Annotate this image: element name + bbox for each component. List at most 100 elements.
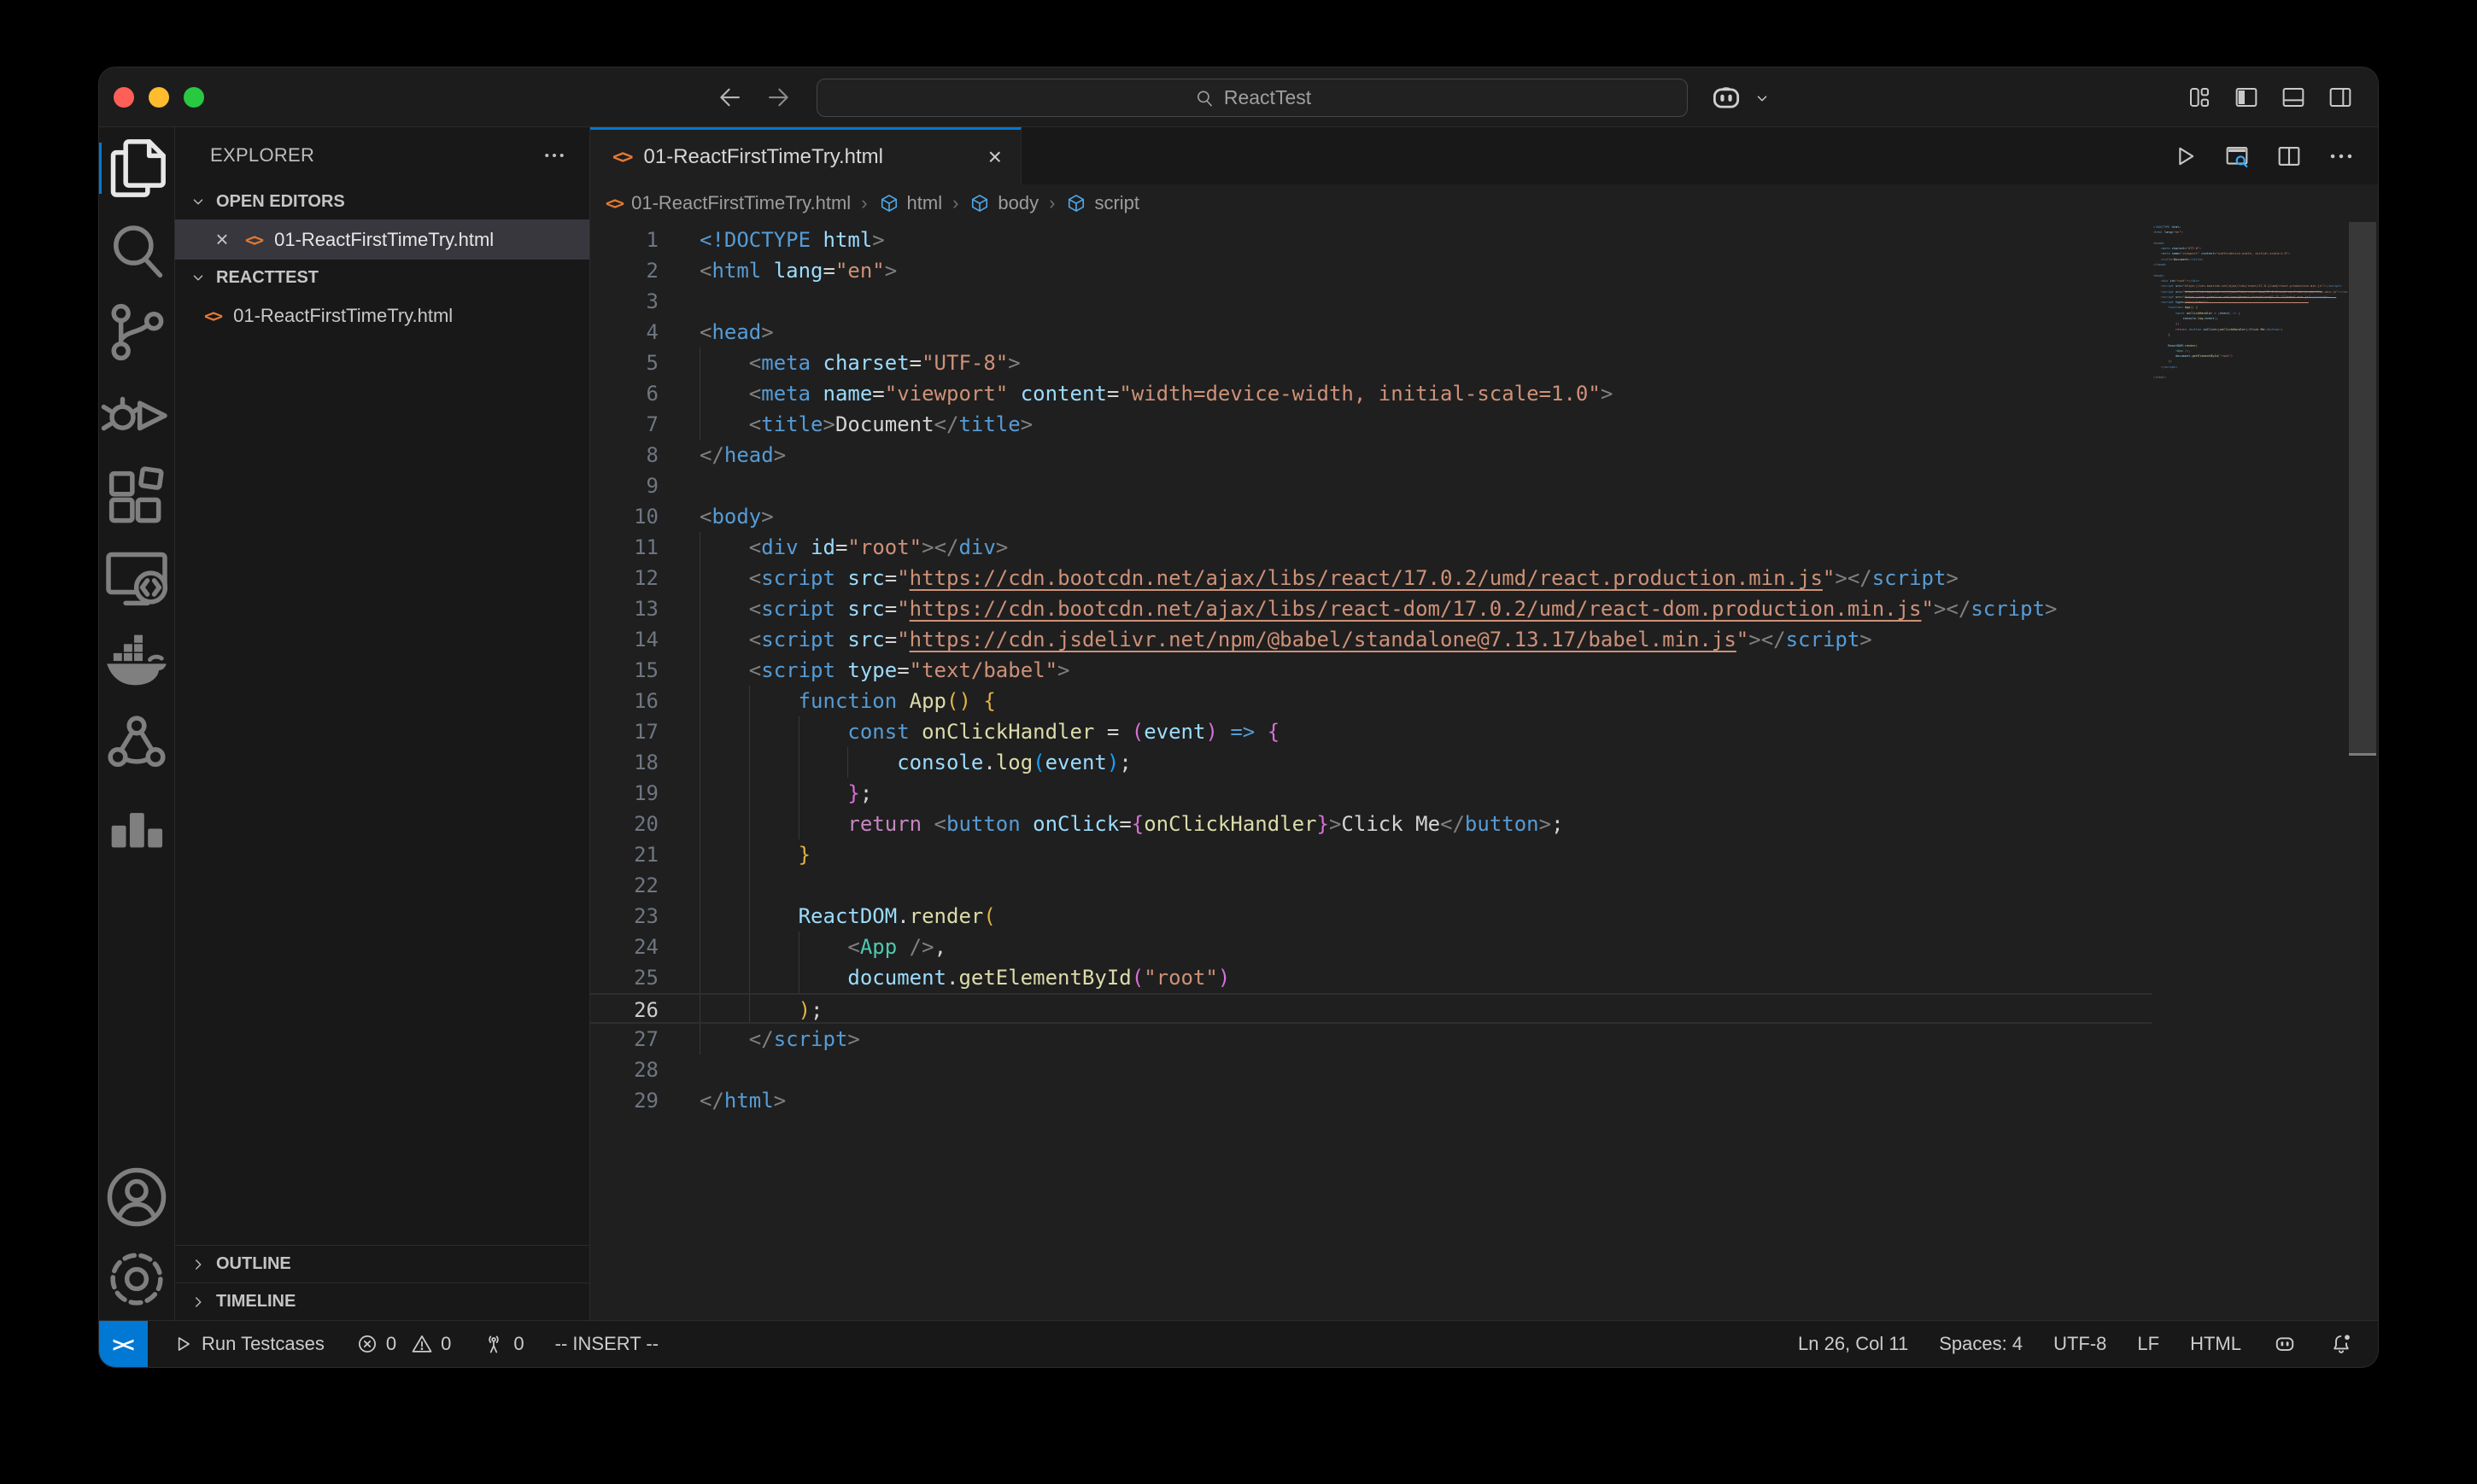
run-testcases-button[interactable]: Run Testcases — [172, 1333, 325, 1355]
more-actions-icon[interactable] — [2327, 142, 2356, 171]
vim-mode-label: -- INSERT -- — [554, 1333, 659, 1354]
copilot-menu[interactable] — [1708, 79, 1771, 117]
code-line-2[interactable]: 2 <html lang="en"> — [590, 255, 2152, 286]
activity-run-debug-button[interactable] — [99, 373, 174, 455]
toggle-primary-sidebar-icon[interactable] — [2233, 84, 2260, 111]
encoding-button[interactable]: UTF-8 — [2053, 1333, 2106, 1355]
code-line-14[interactable]: 14 <script src="https://cdn.jsdelivr.net… — [590, 624, 2152, 655]
code-line-5[interactable]: 5 <meta charset="UTF-8"> — [590, 348, 2152, 378]
code-line-1[interactable]: 1 <!DOCTYPE html> — [590, 225, 2152, 255]
line-number: 1 — [646, 228, 659, 252]
line-content: <div id="root"></div> — [748, 535, 1009, 559]
file-tree-item[interactable]: <> 01-ReactFirstTimeTry.html — [175, 295, 589, 336]
activity-remote-explorer-button[interactable] — [99, 537, 174, 619]
code-line-22[interactable]: 22 — [590, 870, 2152, 901]
minimap-line: <script src="https://cdn.bootcdn.net/aja… — [2160, 284, 2342, 289]
language-mode-button[interactable]: HTML — [2190, 1333, 2241, 1355]
code-line-18[interactable]: 18 console.log(event); — [590, 747, 2152, 778]
code-line-29[interactable]: 29 </html> — [590, 1085, 2152, 1116]
minimap[interactable]: <!DOCTYPE html> <html lang="en"> <head> <m… — [2153, 225, 2348, 1320]
activity-account-button[interactable] — [99, 1156, 174, 1238]
activity-source-control-button[interactable] — [99, 291, 174, 373]
code-line-23[interactable]: 23 ReactDOM.render( — [590, 901, 2152, 932]
code-line-11[interactable]: 11 <div id="root"></div> — [590, 532, 2152, 563]
more-actions-icon[interactable] — [542, 143, 567, 168]
code-line-7[interactable]: 7 <title>Document</title> — [590, 409, 2152, 440]
run-file-icon[interactable] — [2170, 142, 2199, 171]
line-content: document.getElementById("root") — [847, 966, 1231, 990]
breadcrumb-item-body[interactable]: body — [969, 192, 1039, 214]
command-center-search[interactable]: ReactTest — [817, 79, 1688, 117]
activity-docker-button[interactable] — [99, 619, 174, 701]
code-line-26[interactable]: 26 ); — [590, 993, 2152, 1024]
breadcrumb-item-script[interactable]: script — [1065, 192, 1139, 214]
breadcrumb-item-01-reactfirsttimetry-html[interactable]: <> 01-ReactFirstTimeTry.html — [606, 192, 851, 214]
timeline-section[interactable]: TIMELINE — [175, 1282, 589, 1320]
close-window-button[interactable] — [114, 87, 134, 108]
line-number: 14 — [634, 628, 659, 651]
code-line-13[interactable]: 13 <script src="https://cdn.bootcdn.net/… — [590, 593, 2152, 624]
code-line-21[interactable]: 21 } — [590, 839, 2152, 870]
zoom-window-button[interactable] — [184, 87, 204, 108]
toggle-secondary-sidebar-icon[interactable] — [2327, 84, 2354, 111]
problems-button[interactable]: 0 0 — [355, 1332, 451, 1356]
code-line-9[interactable]: 9 — [590, 470, 2152, 501]
close-editor-icon[interactable]: × — [211, 226, 233, 253]
code-line-15[interactable]: 15 <script type="text/babel"> — [590, 655, 2152, 686]
indentation-button[interactable]: Spaces: 4 — [1939, 1333, 2023, 1355]
code-line-3[interactable]: 3 — [590, 286, 2152, 317]
code-editor[interactable]: 1 <!DOCTYPE html> 2 <html lang="en"> 3 4 <head… — [590, 222, 2378, 1320]
notifications-button[interactable] — [2328, 1331, 2354, 1357]
customize-layout-icon[interactable] — [2186, 84, 2213, 111]
tab-01-reactfirsttimetry[interactable]: <> 01-ReactFirstTimeTry.html × — [590, 127, 1022, 184]
outline-section[interactable]: OUTLINE — [175, 1245, 589, 1282]
go-forward-icon[interactable] — [764, 83, 793, 112]
minimize-window-button[interactable] — [149, 87, 169, 108]
eol-button[interactable]: LF — [2137, 1333, 2159, 1355]
breadcrumb-item-html[interactable]: html — [878, 192, 942, 214]
code-line-6[interactable]: 6 <meta name="viewport" content="width=d… — [590, 378, 2152, 409]
code-line-4[interactable]: 4 <head> — [590, 317, 2152, 348]
vertical-scrollbar[interactable] — [2347, 222, 2378, 1320]
code-line-19[interactable]: 19 }; — [590, 778, 2152, 809]
activity-search-button[interactable] — [99, 209, 174, 291]
activity-live-share-button[interactable] — [99, 701, 174, 783]
remote-indicator[interactable]: >< — [99, 1321, 148, 1367]
code-line-25[interactable]: 25 document.getElementById("root") — [590, 962, 2152, 993]
line-number: 27 — [634, 1027, 659, 1051]
line-content: <script src="https://cdn.jsdelivr.net/np… — [748, 628, 1872, 651]
code-line-12[interactable]: 12 <script src="https://cdn.bootcdn.net/… — [590, 563, 2152, 593]
open-editors-label: OPEN EDITORS — [216, 191, 345, 211]
open-editors-section[interactable]: OPEN EDITORS — [175, 184, 589, 219]
line-number: 20 — [634, 812, 659, 836]
open-editor-item[interactable]: × <> 01-ReactFirstTimeTry.html — [175, 219, 589, 260]
code-line-20[interactable]: 20 return <button onClick={onClickHandle… — [590, 809, 2152, 839]
vim-mode-indicator[interactable]: -- INSERT -- — [555, 1333, 659, 1355]
split-editor-icon[interactable] — [2275, 142, 2304, 171]
code-line-17[interactable]: 17 const onClickHandler = (event) => { — [590, 716, 2152, 747]
workspace-section[interactable]: REACTTEST — [175, 260, 589, 295]
code-line-8[interactable]: 8 </head> — [590, 440, 2152, 470]
symbol-cube-icon — [1065, 192, 1087, 214]
line-number: 16 — [634, 689, 659, 713]
copilot-status-button[interactable] — [2272, 1331, 2298, 1357]
close-tab-icon[interactable]: × — [988, 145, 1002, 169]
ports-button[interactable]: 0 — [482, 1332, 524, 1356]
activity-explorer-button[interactable] — [99, 127, 174, 209]
code-line-24[interactable]: 24 <App />, — [590, 932, 2152, 962]
line-number: 9 — [646, 474, 659, 498]
code-line-10[interactable]: 10 <body> — [590, 501, 2152, 532]
show-preview-icon[interactable] — [2222, 142, 2252, 171]
go-back-icon[interactable] — [716, 83, 745, 112]
activity-chart-button[interactable] — [99, 783, 174, 865]
code-line-27[interactable]: 27 </script> — [590, 1024, 2152, 1055]
toggle-panel-icon[interactable] — [2280, 84, 2307, 111]
code-line-28[interactable]: 28 — [590, 1055, 2152, 1085]
line-number: 28 — [634, 1058, 659, 1082]
scrollbar-slider[interactable] — [2349, 222, 2376, 756]
code-line-16[interactable]: 16 function App() { — [590, 686, 2152, 716]
line-content: return <button onClick={onClickHandler}>… — [847, 812, 1564, 836]
activity-settings-button[interactable] — [99, 1238, 174, 1320]
cursor-position-button[interactable]: Ln 26, Col 11 — [1798, 1333, 1908, 1355]
activity-extensions-button[interactable] — [99, 455, 174, 537]
